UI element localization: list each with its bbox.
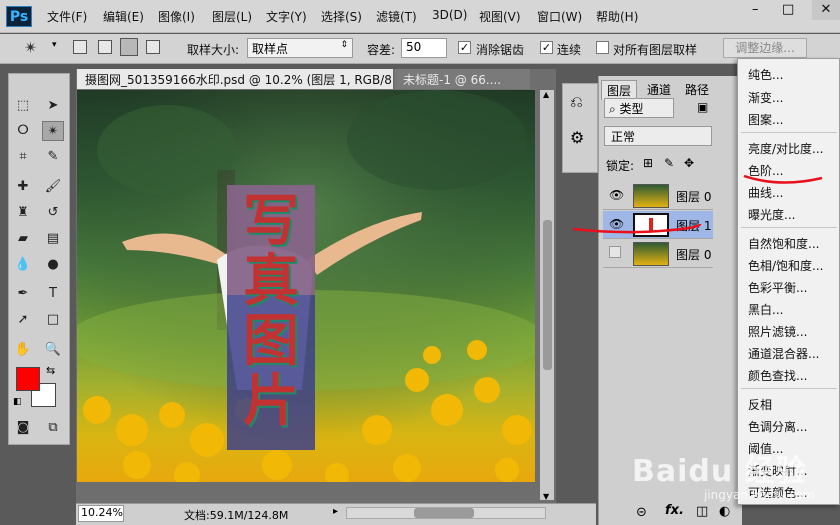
annotation-underline-layer <box>572 223 702 234</box>
annotation-underline-levels <box>743 174 823 184</box>
baidu-watermark-url: jingyan.baidu.com <box>704 488 815 502</box>
baidu-watermark: Baidu 经验 <box>632 454 807 489</box>
